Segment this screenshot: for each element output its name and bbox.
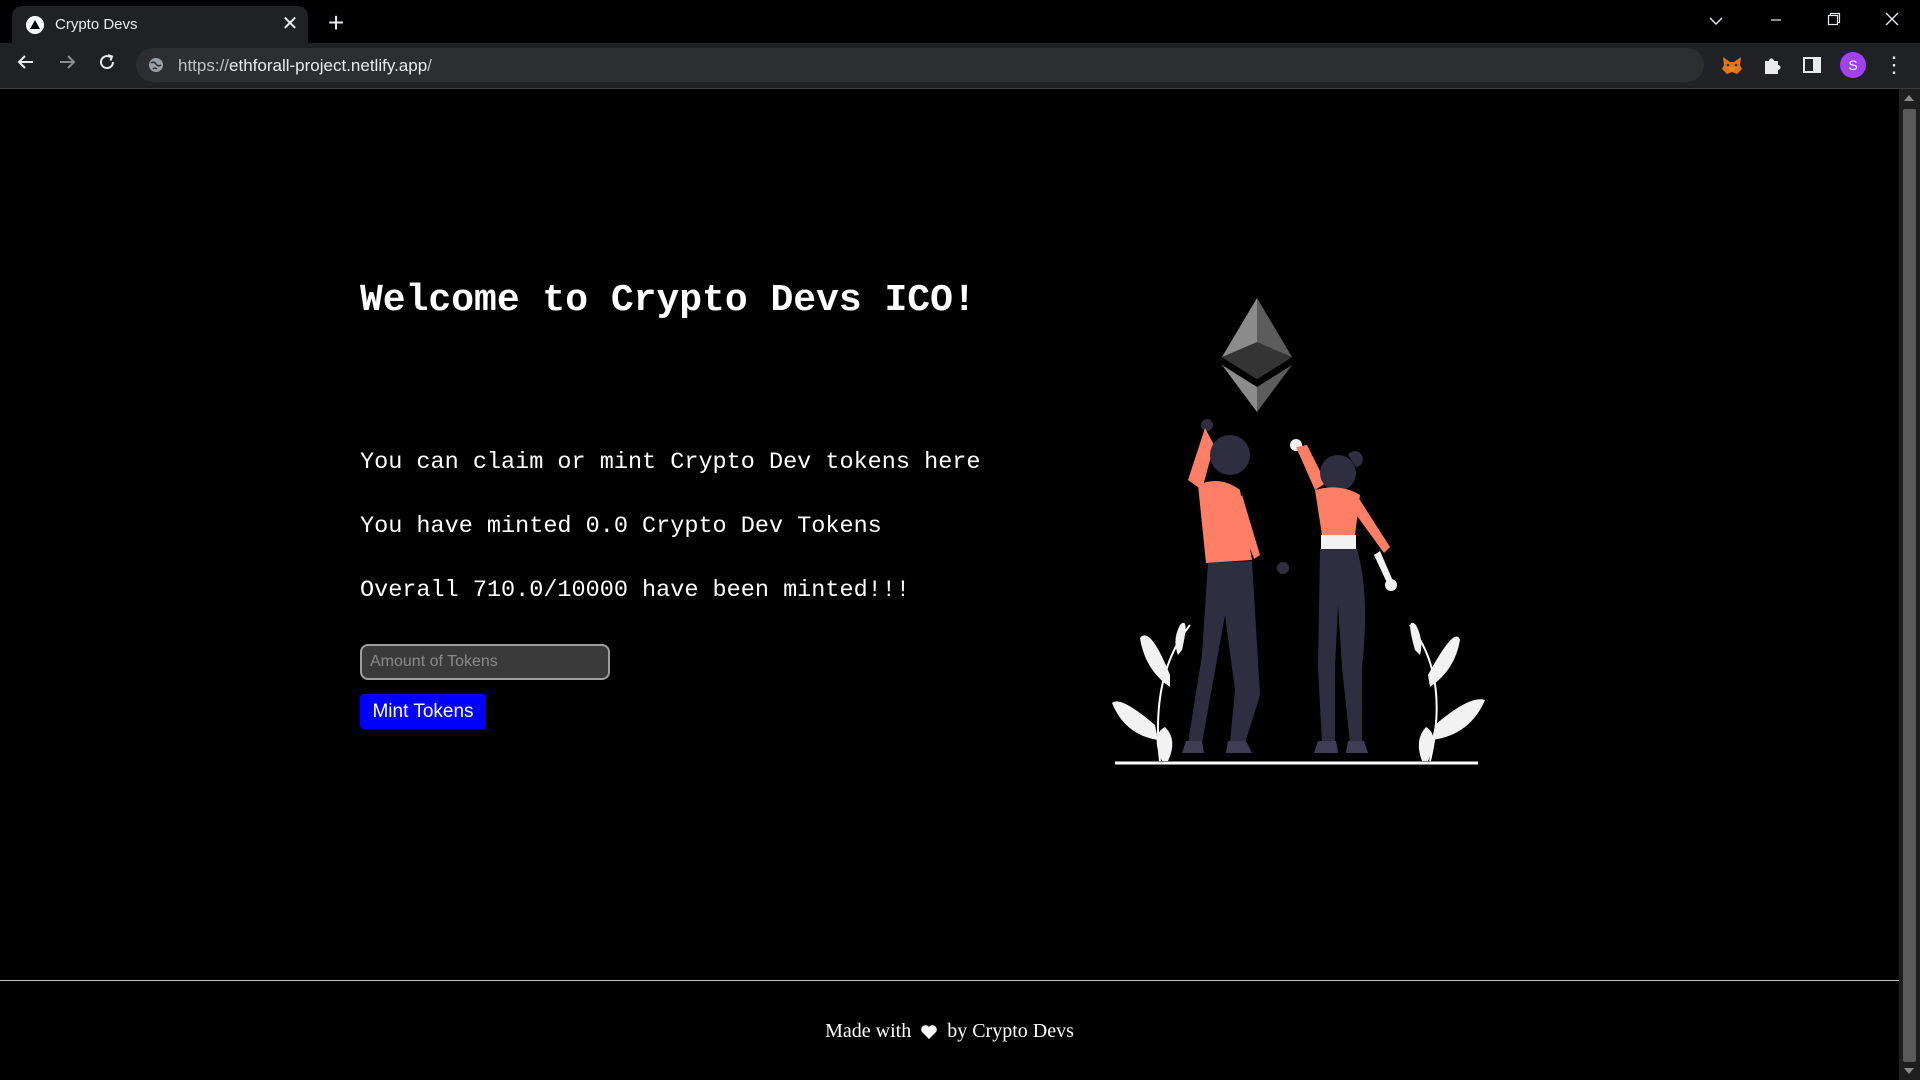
woman-figure [1290, 439, 1397, 753]
site-favicon-icon [26, 16, 44, 34]
intro-text: You can claim or mint Crypto Dev tokens … [360, 449, 981, 476]
extensions-puzzle-icon[interactable] [1758, 51, 1786, 79]
page-title: Welcome to Crypto Devs ICO! [360, 279, 976, 322]
browser-toolbar: https://ethforall-project.netlify.app/ S… [0, 43, 1920, 89]
reload-icon[interactable] [91, 49, 123, 81]
browser-tabstrip: Crypto Devs ✕ + [0, 0, 1920, 43]
metamask-fox-icon[interactable] [1718, 51, 1746, 79]
profile-avatar[interactable]: S [1840, 52, 1866, 78]
back-arrow-icon[interactable] [10, 49, 42, 81]
footer-text-after: by Crypto Devs [947, 1020, 1074, 1042]
url-text: https://ethforall-project.netlify.app/ [178, 56, 432, 75]
scrollbar-thumb[interactable] [1903, 109, 1916, 1062]
browser-tab[interactable]: Crypto Devs ✕ [12, 6, 308, 43]
new-tab-icon[interactable]: + [322, 9, 350, 37]
minimize-icon[interactable] [1756, 4, 1796, 36]
mint-tokens-button[interactable]: Mint Tokens [360, 694, 486, 729]
man-figure [1182, 419, 1289, 753]
close-window-icon[interactable] [1872, 4, 1912, 36]
ethereum-logo-icon [1222, 298, 1292, 412]
minted-balance-text: You have minted 0.0 Crypto Dev Tokens [360, 513, 882, 540]
side-panel-icon[interactable] [1798, 51, 1826, 79]
right-plant-icon [1409, 622, 1485, 762]
left-plant-icon [1112, 622, 1191, 762]
footer: Made with by Crypto Devs [0, 1020, 1899, 1043]
tab-title: Crypto Devs [55, 16, 138, 33]
close-tab-icon[interactable]: ✕ [278, 12, 302, 36]
footer-divider [0, 980, 1899, 981]
footer-text-before: Made with [825, 1020, 912, 1042]
site-info-icon[interactable] [148, 57, 164, 73]
tab-search-chevron-icon[interactable] [1696, 4, 1736, 36]
browser-menu-icon[interactable]: ⋮ [1882, 51, 1906, 79]
amount-of-tokens-input[interactable] [360, 644, 610, 680]
scroll-down-arrow-icon[interactable] [1904, 1068, 1914, 1074]
restore-icon[interactable] [1814, 4, 1854, 36]
ethereum-celebration-illustration [1112, 298, 1485, 765]
page-viewport [0, 89, 1899, 1080]
overall-minted-text: Overall 710.0/10000 have been minted!!! [360, 577, 910, 604]
forward-arrow-icon[interactable] [51, 49, 83, 81]
address-bar[interactable]: https://ethforall-project.netlify.app/ [136, 48, 1704, 82]
scroll-up-arrow-icon[interactable] [1904, 95, 1914, 101]
heart-icon [921, 1025, 938, 1040]
page-scrollbar[interactable] [1899, 89, 1920, 1080]
